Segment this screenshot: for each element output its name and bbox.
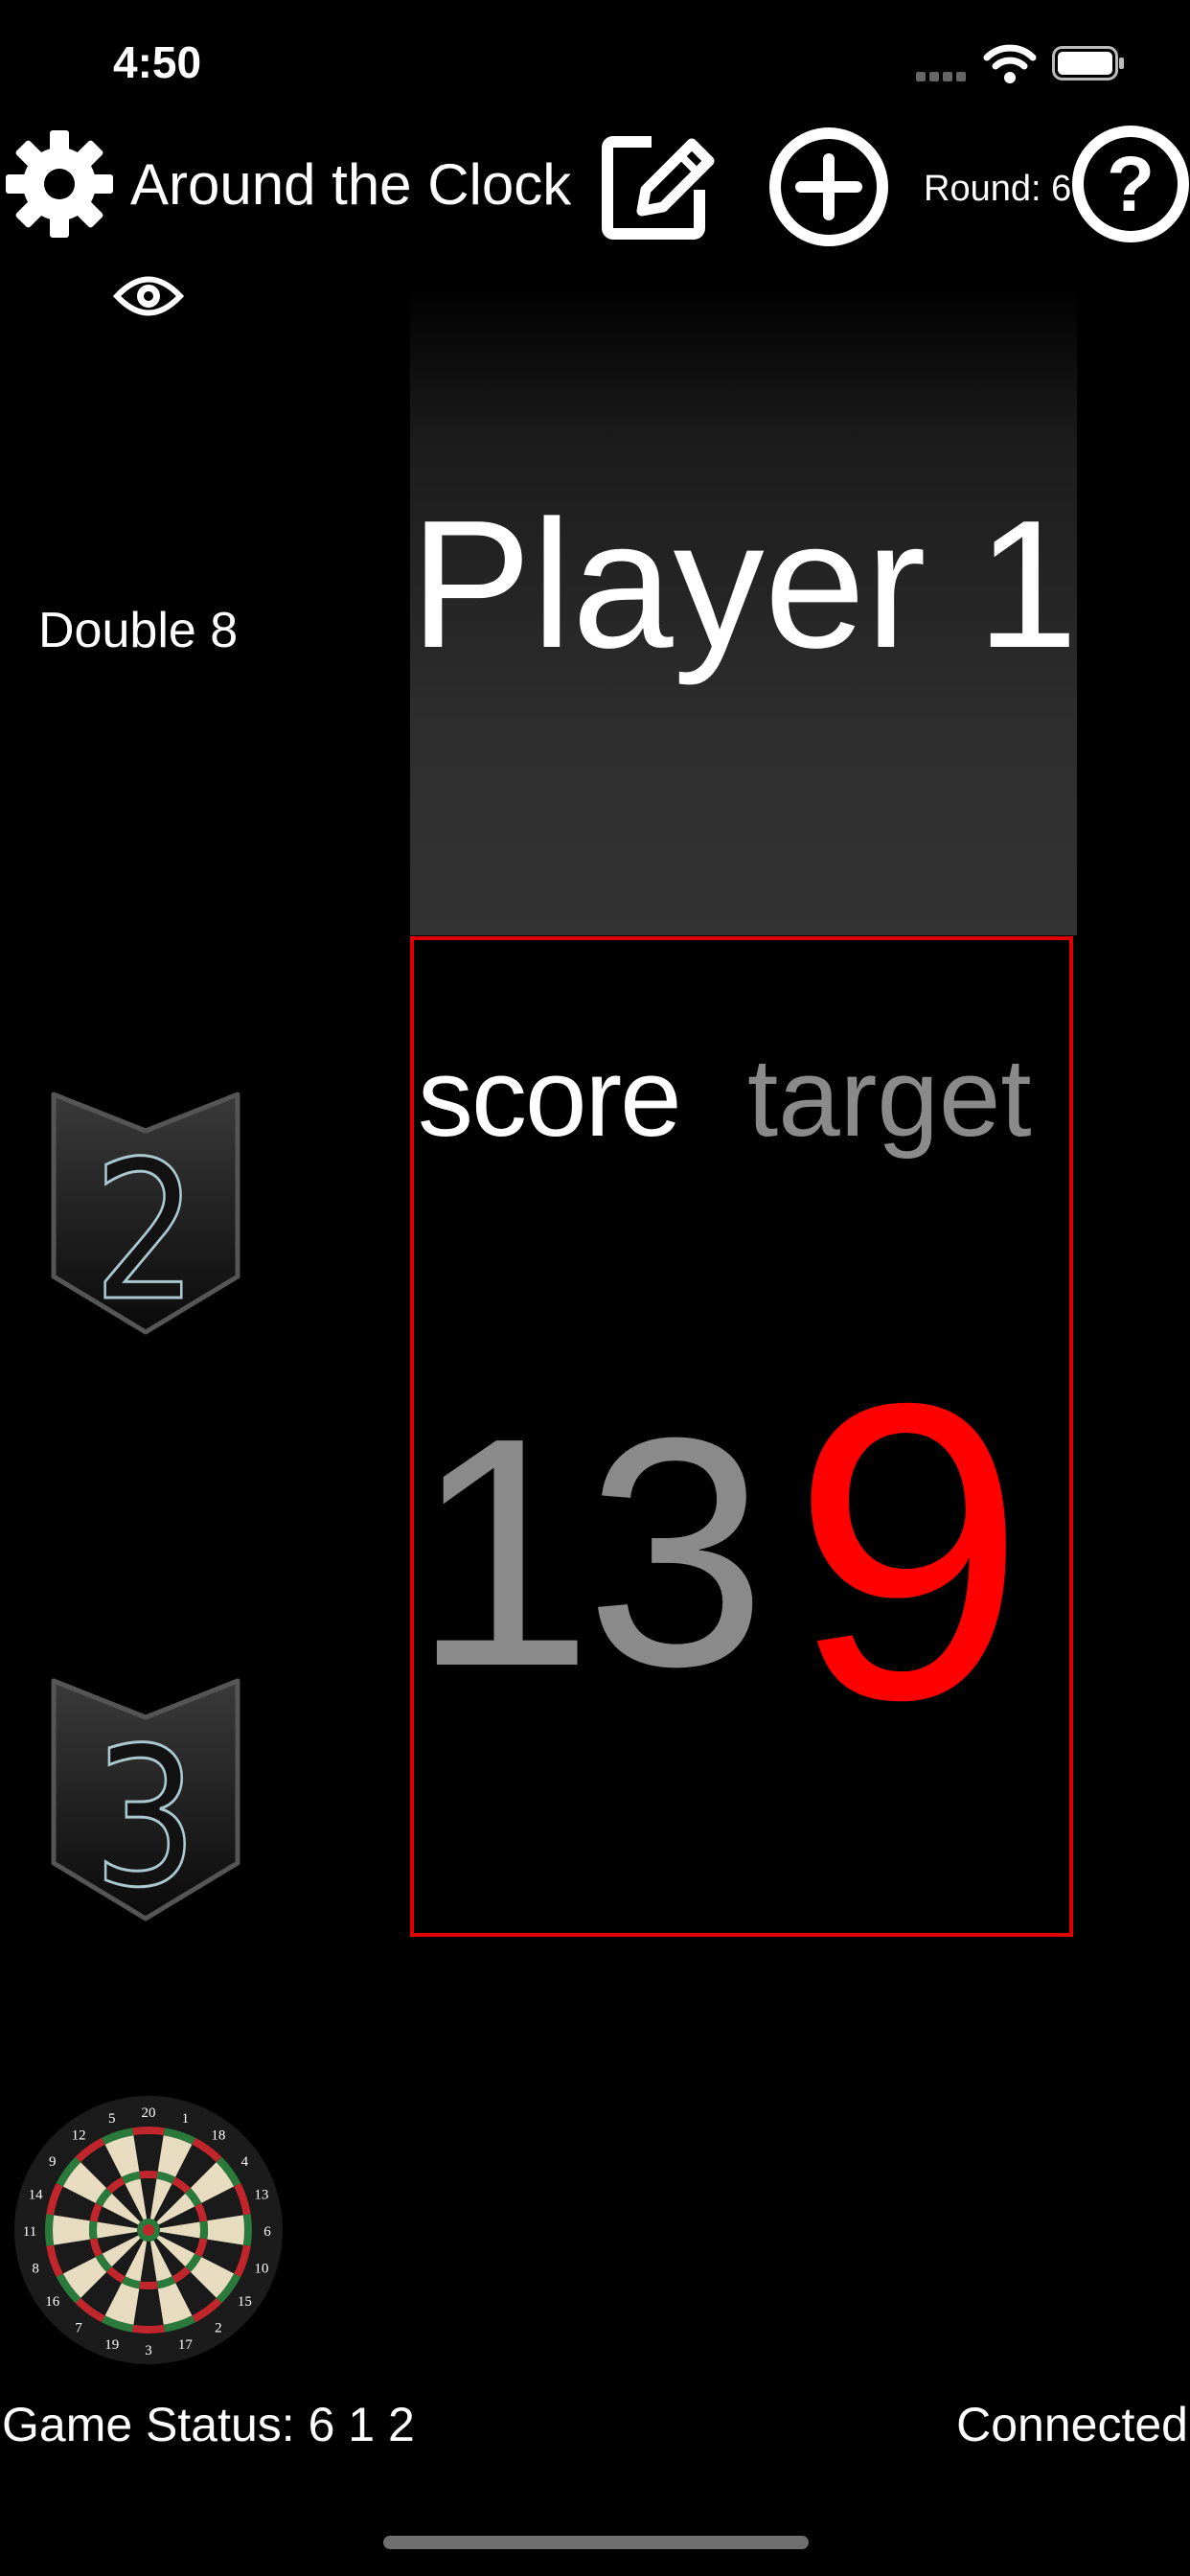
pencil-square-icon[interactable] — [592, 125, 717, 249]
player-badge: 2 — [51, 1092, 240, 1338]
dartboard-number: 17 — [178, 2337, 194, 2353]
status-time: 4:50 — [113, 37, 202, 87]
game-title: Around the Clock — [130, 152, 572, 217]
badge-number: 3 — [93, 1707, 197, 1924]
connection-status: Connected — [956, 2398, 1188, 2451]
dartboard-number: 10 — [254, 2261, 268, 2276]
dartboard-number: 16 — [45, 2294, 60, 2310]
score-value: 13 — [412, 1370, 767, 1735]
dartboard-number: 13 — [254, 2188, 268, 2203]
game-status: Game Status: 6 1 2 — [2, 2398, 415, 2451]
dartboard-number: 5 — [108, 2111, 116, 2127]
dartboard-number: 14 — [29, 2188, 44, 2203]
target-value: 9 — [791, 1317, 1026, 1787]
eye-icon[interactable] — [113, 266, 184, 326]
double-target-label: Double 8 — [38, 603, 239, 658]
dartboard-number: 4 — [241, 2154, 249, 2170]
dartboard-icon[interactable]: 20 1 18 4 13 6 10 15 2 17 3 19 7 16 8 11 14 9 12 5 — [13, 2095, 284, 2365]
dartboard-number: 8 — [32, 2261, 39, 2276]
dartboard-number: 20 — [142, 2105, 156, 2121]
dartboard-number: 18 — [211, 2128, 225, 2144]
dartboard-number: 7 — [75, 2320, 82, 2335]
gear-icon[interactable] — [0, 125, 119, 243]
home-indicator[interactable] — [383, 2536, 809, 2549]
dartboard-number: 12 — [72, 2128, 86, 2144]
dartboard-number: 11 — [23, 2224, 36, 2240]
cellular-signal-icon — [916, 69, 970, 81]
target-label: target — [747, 1035, 1032, 1160]
player-badge: 3 — [51, 1678, 240, 1924]
round-counter: Round: 6 — [924, 169, 1072, 209]
player-name: Player 1 — [410, 483, 1079, 686]
dartboard-number: 3 — [145, 2343, 152, 2358]
dartboard-number: 6 — [263, 2224, 271, 2240]
dartboard-number: 15 — [238, 2294, 252, 2310]
question-circle-icon[interactable]: ? — [1071, 125, 1190, 243]
dartboard-number: 1 — [182, 2111, 190, 2127]
dartboard-number: 2 — [215, 2320, 222, 2335]
dartboard-number: 19 — [104, 2337, 119, 2353]
svg-text:?: ? — [1107, 141, 1155, 228]
battery-icon — [1052, 46, 1124, 80]
dartboard-number: 9 — [49, 2154, 57, 2170]
wifi-icon — [983, 44, 1037, 83]
badge-number: 2 — [93, 1120, 197, 1338]
plus-circle-icon[interactable] — [767, 125, 891, 249]
score-label: score — [418, 1035, 682, 1160]
